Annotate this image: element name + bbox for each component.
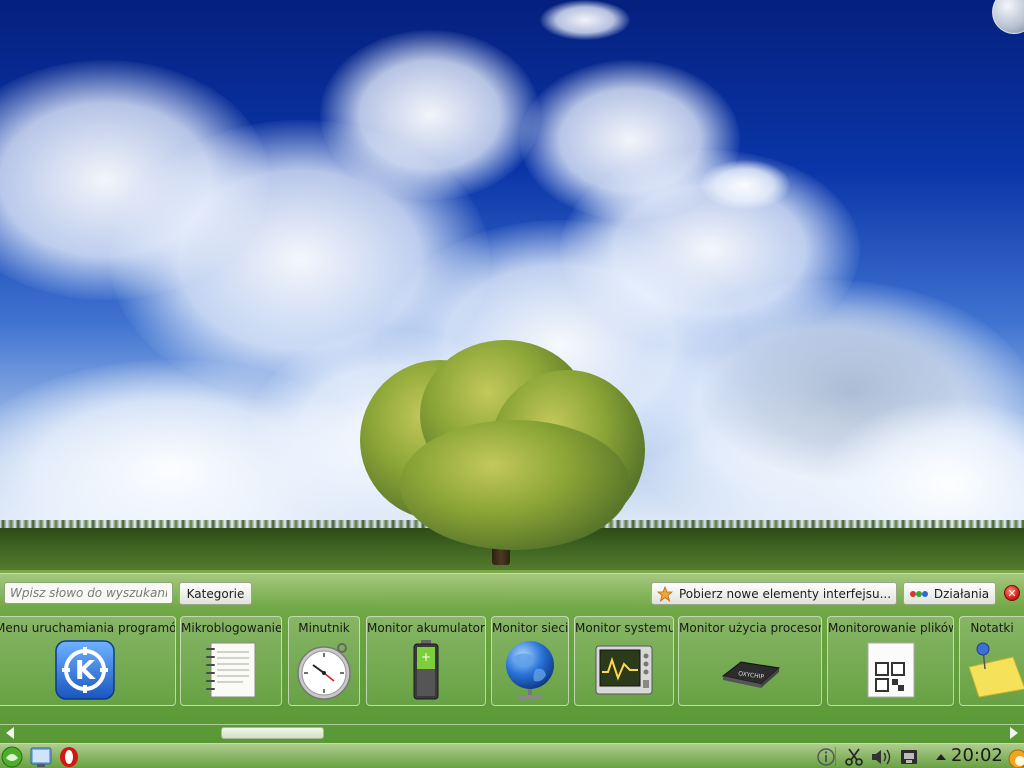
chevron-up-icon (936, 754, 946, 760)
widget-card-microblogging[interactable]: Mikroblogowanie (180, 616, 282, 706)
widget-scrollbar[interactable] (0, 724, 1024, 742)
get-new-widgets-label: Pobierz nowe elementy interfejsu... (678, 586, 892, 601)
svg-text:K: K (75, 656, 96, 686)
launcher-icon (1, 746, 23, 768)
taskbar: 20:02 (0, 743, 1024, 768)
svg-text:+: + (421, 650, 431, 664)
network-tray-button[interactable] (898, 746, 920, 768)
clock[interactable]: 20:02 (951, 745, 1003, 766)
tray-expand-button[interactable] (930, 746, 952, 768)
panel-toolbox-button[interactable] (1005, 746, 1024, 768)
widget-card-system-monitor[interactable]: Monitor systemu (574, 616, 674, 706)
categories-button[interactable]: Kategorie (179, 582, 252, 605)
widget-label: Mikroblogowanie (181, 621, 281, 635)
widget-label: Monitor użycia procesora (679, 621, 821, 635)
info-icon (817, 748, 835, 766)
desktop-icon (30, 747, 52, 767)
sticky-note-icon (963, 639, 1024, 701)
widget-card-network-monitor[interactable]: Monitor sieci (491, 616, 569, 706)
widget-label: Notatki (970, 621, 1014, 635)
widget-label: Minutnik (298, 621, 350, 635)
cpu-chip-icon: OXYCHIP (718, 639, 782, 701)
widget-card-battery-monitor[interactable]: Monitor akumulatora + (366, 616, 486, 706)
notifications-tray-button[interactable] (815, 746, 837, 768)
widget-label: Monitor sieci (492, 621, 568, 635)
actions-button-label: Działania (933, 586, 990, 601)
clipboard-tray-button[interactable] (843, 746, 865, 768)
widget-card-app-launcher[interactable]: Menu uruchamiania programów K (0, 616, 176, 706)
speaker-icon (872, 749, 891, 765)
scrollbar-thumb[interactable] (221, 727, 324, 739)
show-desktop-button[interactable] (30, 746, 52, 768)
stopwatch-icon (292, 639, 356, 701)
widget-label: Menu uruchamiania programów (0, 621, 175, 635)
close-icon: ✕ (1007, 586, 1017, 600)
widget-label: Monitor akumulatora (367, 621, 485, 635)
globe-icon (498, 639, 562, 701)
system-monitor-icon (592, 639, 656, 701)
application-launcher-button[interactable] (1, 746, 23, 768)
widget-label: Monitor systemu (575, 621, 673, 635)
opera-browser-button[interactable] (58, 746, 80, 768)
actions-icon (909, 589, 928, 599)
actions-button[interactable]: Działania (903, 582, 996, 605)
volume-tray-button[interactable] (870, 746, 892, 768)
close-panel-button[interactable]: ✕ (1004, 585, 1020, 601)
opera-icon (60, 747, 78, 767)
file-watch-icon (859, 639, 923, 701)
scissors-icon (845, 748, 863, 766)
widget-card-file-watcher[interactable]: Monitorowanie plików (827, 616, 954, 706)
widget-card-notes[interactable]: Notatki (959, 616, 1024, 706)
add-widgets-panel: Kategorie Pobierz nowe elementy interfej… (0, 573, 1024, 743)
kde-launcher-icon: K (53, 639, 117, 701)
widget-card-timer[interactable]: Minutnik (288, 616, 360, 706)
widget-list: Menu uruchamiania programów K Mikroblogo… (0, 616, 1024, 708)
star-icon (656, 585, 673, 602)
battery-icon: + (394, 639, 458, 701)
widget-search-input[interactable] (4, 582, 173, 604)
network-icon (901, 750, 917, 764)
widget-card-cpu-monitor[interactable]: Monitor użycia procesora OXYCHIP (678, 616, 822, 706)
cashew-icon (1008, 749, 1024, 767)
scroll-left-arrow-icon[interactable] (6, 727, 14, 739)
widget-label: Monitorowanie plików (828, 621, 953, 635)
get-new-widgets-button[interactable]: Pobierz nowe elementy interfejsu... (651, 582, 897, 605)
categories-button-label: Kategorie (186, 586, 245, 601)
notepad-icon (199, 639, 263, 701)
scroll-right-arrow-icon[interactable] (1010, 727, 1018, 739)
